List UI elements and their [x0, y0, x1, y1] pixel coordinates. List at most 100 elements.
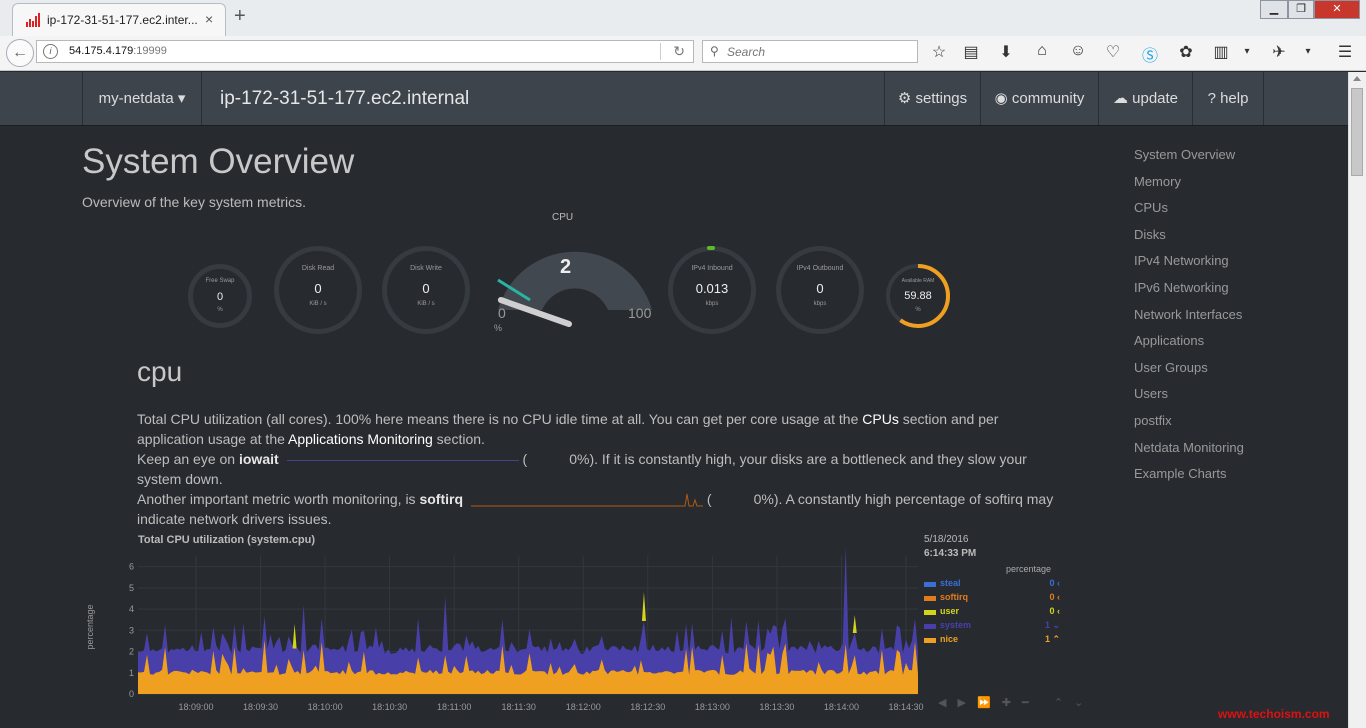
my-netdata-dropdown[interactable]: my-netdata ▾ — [82, 72, 202, 125]
scroll-up-icon[interactable] — [1353, 76, 1361, 81]
gauge-value: 0 — [216, 291, 224, 303]
gauge-unit: KiB / s — [309, 301, 327, 307]
x-tick-label: 18:10:30 — [372, 702, 407, 712]
toc-item[interactable]: Applications — [1134, 333, 1204, 348]
update-link[interactable]: ☁ update — [1098, 72, 1192, 125]
search-icon: ⚲ — [710, 44, 719, 58]
toc-item[interactable]: Network Interfaces — [1134, 307, 1242, 322]
reload-icon[interactable]: ↻ — [673, 43, 685, 60]
tab-title: ip-172-31-51-177.ec2.inter... — [47, 13, 198, 27]
legend-item-system[interactable]: system 1 ⌄ — [924, 620, 1060, 634]
gauge-value: 0 — [422, 281, 430, 296]
legend-swatch — [924, 638, 936, 643]
legend-value: 1 ⌄ — [1044, 620, 1060, 630]
section-heading: cpu — [137, 356, 183, 387]
info-icon[interactable]: i — [43, 44, 58, 59]
toc-item[interactable]: Disks — [1134, 227, 1166, 242]
legend-item-nice[interactable]: nice 1 ⌃ — [924, 634, 1060, 648]
gauge-value: 59.88 — [904, 290, 932, 302]
x-tick-label: 18:09:00 — [178, 702, 213, 712]
cpu-chart[interactable]: 0 1 2 3 4 5 6 18:09:00 18:09:30 18:10:00 18:10:30 1… — [118, 548, 924, 712]
softirq-description: Another important metric worth monitorin… — [137, 491, 1054, 527]
community-link[interactable]: ◉ community — [980, 72, 1098, 125]
toc-item[interactable]: Example Charts — [1134, 466, 1226, 481]
toc-item[interactable]: Users — [1134, 386, 1168, 401]
toc-item[interactable]: IPv6 Networking — [1134, 280, 1229, 295]
reading-list-icon[interactable]: ▤ — [960, 42, 982, 62]
page-title: System Overview — [82, 142, 355, 181]
url-bar[interactable]: i 54.175.4.179:19999 ↻ — [36, 40, 694, 63]
gauge-disk-write[interactable]: Disk Write 0 KiB / s — [382, 246, 470, 334]
gauge-label: Free Swap — [205, 278, 235, 284]
x-tick-label: 18:13:00 — [695, 702, 730, 712]
chart-date: 5/18/2016 — [924, 534, 969, 545]
clipboard-icon[interactable]: ▥ — [1210, 42, 1232, 62]
back-button[interactable]: ← — [6, 39, 34, 67]
bookmark-star-icon[interactable]: ☆ — [928, 42, 950, 62]
toc-item[interactable]: System Overview — [1134, 147, 1235, 162]
gauge-free-swap[interactable]: Free Swap 0 % — [188, 264, 252, 328]
skype-icon[interactable]: Ⓢ — [1139, 42, 1161, 66]
y-tick-label: 5 — [129, 583, 134, 593]
y-tick-label: 3 — [129, 625, 134, 635]
toc-item[interactable]: IPv4 Networking — [1134, 253, 1229, 268]
gauge-ipv4-inbound[interactable]: IPv4 Inbound 0.013 kbps — [668, 246, 756, 334]
chart-controls[interactable]: ◀ ▶ ⏩ ✚ ━ ⌃ ⌄ — [938, 696, 1087, 709]
gauge-value: 0.013 — [695, 281, 729, 296]
x-tick-label: 18:14:00 — [824, 702, 859, 712]
toc-item[interactable]: Memory — [1134, 174, 1181, 189]
download-icon[interactable]: ⬇ — [995, 42, 1017, 62]
legend-label: system — [940, 620, 972, 630]
scrollbar-thumb[interactable] — [1351, 88, 1363, 176]
dropdown-chevron-icon[interactable]: ▾ — [1236, 46, 1258, 57]
home-icon[interactable]: ⌂ — [1031, 42, 1053, 60]
legend-item-user[interactable]: user 0 ‹ — [924, 606, 1060, 620]
legend-value: 0 ‹ — [1049, 578, 1060, 588]
netdata-favicon-icon — [26, 13, 40, 27]
bug-icon[interactable]: ✈ — [1268, 42, 1290, 62]
legend-value: 0 ‹ — [1049, 606, 1060, 616]
gauge-label: IPv4 Outbound — [796, 265, 844, 272]
softirq-keyword: softirq — [419, 491, 464, 507]
gauge-ipv4-outbound[interactable]: IPv4 Outbound 0 kbps — [776, 246, 864, 334]
dropdown-chevron-icon-2[interactable]: ▾ — [1297, 46, 1319, 57]
smiley-icon[interactable]: ☺ — [1067, 42, 1089, 60]
y-tick-label: 2 — [129, 647, 134, 657]
browser-tab[interactable]: ip-172-31-51-177.ec2.inter... × — [12, 3, 226, 36]
new-tab-button[interactable]: + — [234, 5, 246, 28]
extension-icon[interactable]: ✿ — [1175, 42, 1197, 62]
gauge-unit: % — [217, 307, 223, 313]
gauge-value: 0 — [816, 281, 824, 296]
legend-label: nice — [940, 634, 959, 644]
pocket-icon[interactable]: ♡ — [1102, 42, 1124, 62]
gauge-disk-read[interactable]: Disk Read 0 KiB / s — [274, 246, 362, 334]
cpus-link[interactable]: CPUs — [862, 411, 899, 427]
toc-item[interactable]: Netdata Monitoring — [1134, 440, 1244, 455]
maximize-button[interactable]: ❐ — [1288, 0, 1314, 19]
hamburger-menu-icon[interactable]: ☰ — [1334, 42, 1356, 62]
gauge-label: Disk Write — [410, 265, 442, 272]
toc-item[interactable]: postfix — [1134, 413, 1172, 428]
toc-item[interactable]: CPUs — [1134, 200, 1168, 215]
iowait-description: Keep an eye on iowait (0%). If it is con… — [137, 451, 1027, 487]
gauge-label: IPv4 Inbound — [691, 265, 733, 272]
legend-label: user — [940, 606, 960, 616]
help-link[interactable]: ? help — [1192, 72, 1264, 125]
gauge-available-ram[interactable]: Available RAM 59.88 % — [884, 262, 952, 330]
legend-item-steal[interactable]: steal 0 ‹ — [924, 578, 1060, 592]
minimize-button[interactable]: ▁ — [1260, 0, 1288, 19]
cpu-description: Total CPU utilization (all cores). 100% … — [137, 411, 999, 447]
tab-close-icon[interactable]: × — [205, 11, 213, 27]
iowait-keyword: iowait — [238, 451, 279, 467]
page-scrollbar[interactable] — [1348, 72, 1366, 728]
search-input[interactable]: ⚲ Search — [702, 40, 918, 63]
settings-link[interactable]: ⚙ settings — [884, 72, 980, 125]
close-window-button[interactable]: ✕ — [1314, 0, 1360, 19]
toc-item[interactable]: User Groups — [1134, 360, 1208, 375]
cpu-gauge-value: 2 — [560, 256, 572, 278]
back-arrow-icon: ← — [12, 44, 28, 61]
legend-item-softirq[interactable]: softirq 0 ‹ — [924, 592, 1060, 606]
applications-monitoring-link[interactable]: Applications Monitoring — [288, 431, 433, 447]
gauge-indicator — [707, 246, 715, 250]
legend-label: softirq — [940, 592, 968, 602]
